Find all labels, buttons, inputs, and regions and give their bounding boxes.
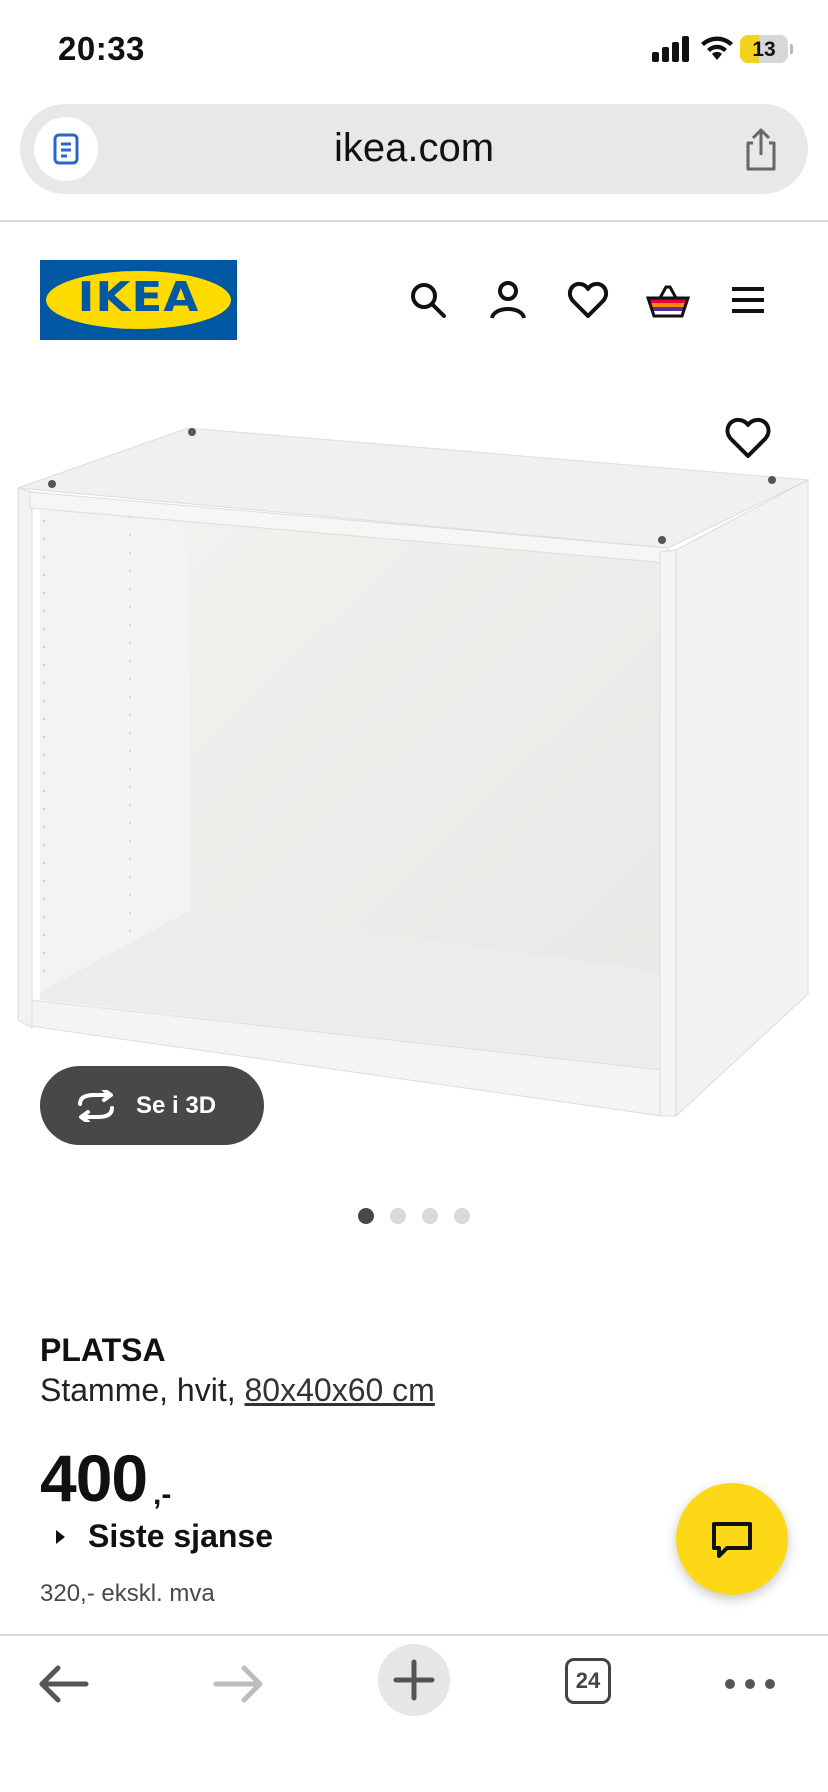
product-price: 400 — [40, 1441, 148, 1515]
carousel-dot-3[interactable] — [422, 1208, 438, 1224]
rotate-3d-icon — [78, 1090, 114, 1122]
divider — [0, 220, 828, 222]
browser-toolbar: 24 — [0, 1636, 828, 1792]
search-icon[interactable] — [406, 278, 450, 322]
product-name: PLATSA — [40, 1332, 166, 1368]
chat-button[interactable] — [676, 1483, 788, 1595]
plus-icon — [393, 1659, 435, 1701]
product-description-text: Stamme, hvit, — [40, 1372, 245, 1408]
status-bar: 20:33 13 — [0, 0, 828, 100]
forward-arrow-icon[interactable] — [202, 1642, 274, 1714]
share-icon[interactable] — [738, 126, 784, 172]
chat-icon — [712, 1522, 752, 1558]
cellular-signal-icon — [652, 36, 690, 62]
account-icon[interactable] — [486, 278, 530, 322]
battery-percentage: 13 — [752, 38, 776, 61]
carousel-dot-2[interactable] — [390, 1208, 406, 1224]
battery-indicator: 13 — [740, 35, 793, 63]
url-text[interactable]: ikea.com — [20, 126, 808, 171]
menu-icon[interactable] — [726, 278, 770, 322]
back-arrow-icon[interactable] — [28, 1642, 100, 1714]
image-carousel-dots[interactable] — [0, 1208, 828, 1228]
address-bar[interactable]: ikea.com — [20, 104, 808, 194]
price-suffix: ,- — [153, 1478, 172, 1511]
heart-icon[interactable] — [566, 278, 610, 322]
product-size-link[interactable]: 80x40x60 cm — [245, 1372, 435, 1408]
status-time: 20:33 — [58, 30, 145, 67]
expand-triangle-icon — [56, 1530, 65, 1544]
new-tab-button[interactable] — [378, 1644, 450, 1716]
see-in-3d-button[interactable]: Se i 3D — [40, 1066, 264, 1145]
see-in-3d-label: Se i 3D — [136, 1092, 217, 1119]
product-image[interactable] — [0, 380, 828, 1180]
basket-icon[interactable] — [646, 278, 690, 322]
wifi-icon — [701, 36, 733, 60]
tabs-button[interactable]: 24 — [565, 1658, 611, 1704]
add-to-favourites-icon[interactable] — [722, 412, 774, 464]
last-chance-label: Siste sjanse — [88, 1518, 273, 1554]
carousel-dot-4[interactable] — [454, 1208, 470, 1224]
carousel-dot-1[interactable] — [358, 1208, 374, 1224]
product-description: Stamme, hvit, 80x40x60 cm — [40, 1372, 435, 1409]
ikea-logo[interactable]: IKEA — [40, 260, 237, 340]
price-excluding-vat: 320,- ekskl. mva — [40, 1580, 215, 1607]
more-icon[interactable] — [714, 1642, 786, 1714]
